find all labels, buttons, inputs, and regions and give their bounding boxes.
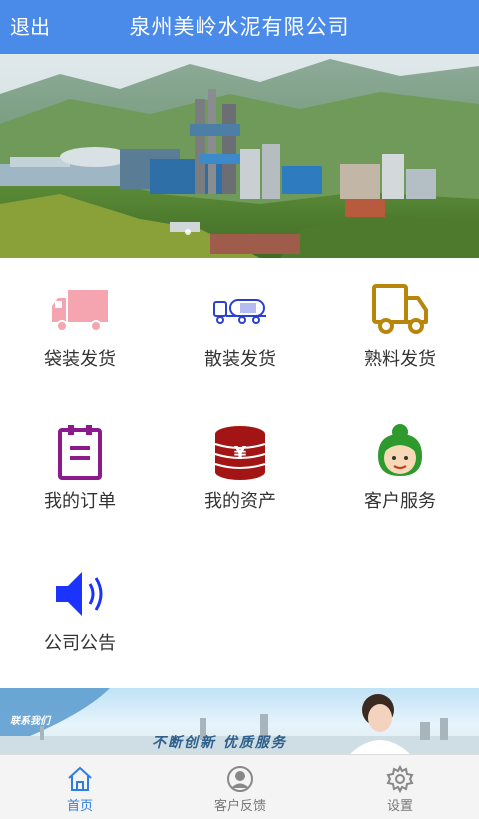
- menu-item-label: 熟料发货: [364, 349, 436, 370]
- menu-item-customer-service[interactable]: 客户服务: [320, 400, 479, 520]
- menu-item-clinker-shipment[interactable]: 熟料发货: [320, 258, 479, 378]
- menu-item-company-announcements[interactable]: 公司公告: [0, 542, 160, 662]
- truck-icon: [52, 290, 108, 332]
- tab-home[interactable]: 首页: [0, 755, 160, 819]
- menu-item-label: 散装发货: [204, 349, 276, 370]
- clipboard-icon: [58, 425, 102, 480]
- page-title: 泉州美岭水泥有限公司: [129, 15, 350, 39]
- hero-banner-image: [0, 54, 479, 258]
- menu-item-my-assets[interactable]: ¥ 我的资产: [160, 400, 320, 520]
- bottom-tab-bar: 首页 客户反馈 设置: [0, 754, 479, 819]
- tanker-truck-icon: [213, 299, 266, 324]
- tab-customer-feedback[interactable]: 客户反馈: [160, 755, 320, 819]
- promo-slogan: 不断创新 优质服务: [152, 735, 287, 751]
- home-icon: [68, 766, 92, 791]
- menu-item-bulk-shipment[interactable]: 散装发货: [160, 258, 320, 378]
- tab-label: 首页: [66, 799, 93, 814]
- tab-settings[interactable]: 设置: [320, 755, 479, 819]
- menu-item-label: 公司公告: [44, 633, 116, 654]
- menu-item-label: 我的订单: [44, 491, 116, 512]
- coin-stack-icon: ¥: [214, 426, 266, 480]
- tab-label: 设置: [386, 799, 413, 814]
- delivery-truck-icon: [372, 284, 428, 334]
- menu-item-label: 袋装发货: [44, 349, 116, 370]
- customer-service-icon: [378, 424, 422, 476]
- speaker-icon: [56, 572, 103, 616]
- svg-text:¥: ¥: [234, 443, 247, 464]
- menu-item-label: 客户服务: [364, 491, 436, 512]
- user-icon: [227, 766, 253, 792]
- promo-banner[interactable]: 联系我们 不断创新 优质服务: [0, 688, 479, 754]
- menu-item-bagged-shipment[interactable]: 袋装发货: [0, 258, 160, 378]
- gear-icon: [386, 765, 414, 793]
- top-nav-bar: 退出 泉州美岭水泥有限公司: [0, 0, 479, 54]
- tab-label: 客户反馈: [213, 799, 266, 814]
- function-menu-grid: 袋装发货 散装发货 熟料发货 我的订单 ¥ 我的资产 客户服务 公司公告: [0, 258, 479, 688]
- menu-item-label: 我的资产: [204, 491, 276, 512]
- promo-contact-text: 联系我们: [10, 716, 50, 727]
- menu-item-my-orders[interactable]: 我的订单: [0, 400, 160, 520]
